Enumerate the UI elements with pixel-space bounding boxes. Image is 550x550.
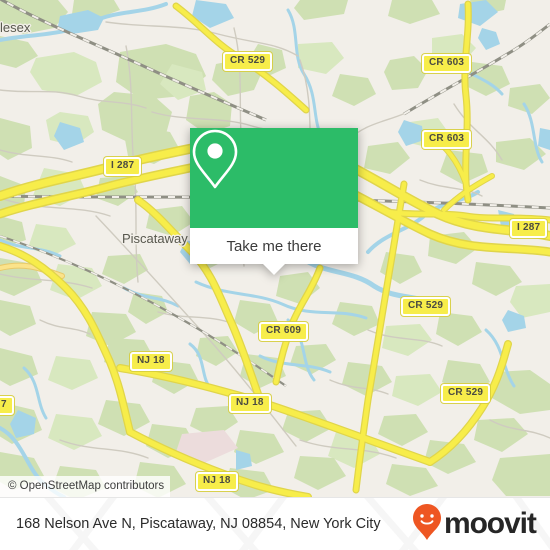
shield-cr-529-bottom[interactable]: CR 529 xyxy=(441,384,491,403)
moovit-wordmark: moovit xyxy=(444,507,537,540)
shield-cr-609[interactable]: CR 609 xyxy=(259,322,309,341)
take-me-there-label: Take me there xyxy=(226,237,322,255)
shield-cr-529-top[interactable]: CR 529 xyxy=(223,52,273,71)
shield-cr-603-top[interactable]: CR 603 xyxy=(422,54,472,73)
shield-nj-18-mid[interactable]: NJ 18 xyxy=(229,394,271,413)
address-text: 168 Nelson Ave N, Piscataway, NJ 08854, … xyxy=(16,515,381,532)
popup-footer[interactable]: Take me there xyxy=(190,228,358,275)
moovit-pin-icon xyxy=(412,503,442,546)
destination-popup[interactable]: Take me there xyxy=(190,128,358,275)
shield-cr-603-second[interactable]: CR 603 xyxy=(422,130,472,149)
shield-nj-18-left[interactable]: NJ 18 xyxy=(130,352,172,371)
osm-attribution[interactable]: © OpenStreetMap contributors xyxy=(0,476,171,497)
popup-tail xyxy=(263,264,285,275)
shield-i-287-edge[interactable]: 7 xyxy=(0,396,14,415)
map-canvas[interactable]: .grn { fill:#cfe0b3; } .grn2 { fill:#d8e… xyxy=(0,0,550,497)
popup-header xyxy=(190,128,358,228)
place-label-piscataway: Piscataway xyxy=(122,231,188,246)
place-label-middlesex: lesex xyxy=(0,20,31,35)
shield-i-287-right[interactable]: I 287 xyxy=(510,219,548,238)
screenshot-root: .grn { fill:#cfe0b3; } .grn2 { fill:#d8e… xyxy=(0,0,550,550)
shield-nj-18-bottom[interactable]: NJ 18 xyxy=(196,472,238,491)
shield-i-287-left[interactable]: I 287 xyxy=(104,157,142,176)
shield-cr-529-mid[interactable]: CR 529 xyxy=(401,297,451,316)
moovit-logo[interactable]: moovit xyxy=(412,503,537,546)
footer-bar: 168 Nelson Ave N, Piscataway, NJ 08854, … xyxy=(0,497,550,550)
